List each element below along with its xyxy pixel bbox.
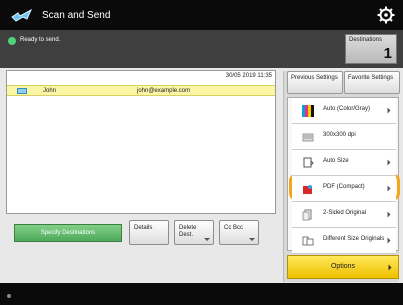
options-label: Options	[330, 263, 356, 270]
specify-destinations-button[interactable]: Specify Destinations	[14, 224, 122, 242]
options-button[interactable]: Options	[287, 255, 399, 279]
cc-bcc-button[interactable]: Cc Bcc	[219, 220, 259, 245]
duplex-setting[interactable]: 2-Sided Original	[292, 202, 396, 228]
footer-bar	[0, 283, 403, 305]
details-label: Details	[134, 225, 153, 231]
mixed-size-icon	[302, 236, 314, 246]
resolution-setting[interactable]: 300x300 dpi	[292, 124, 396, 150]
destination-email: john@example.com	[137, 88, 191, 94]
chevron-right-icon	[387, 211, 391, 218]
scan-send-icon	[11, 8, 33, 22]
chevron-right-icon	[387, 107, 391, 114]
destination-name: John	[43, 88, 57, 94]
chevron-down-icon	[204, 238, 210, 241]
different-size-label: Different Size Originals	[323, 236, 385, 242]
chevron-down-icon	[249, 238, 255, 241]
color-setting[interactable]: Auto (Color/Gray)	[292, 98, 396, 124]
cc-bcc-label: Cc Bcc	[224, 225, 244, 231]
timestamp: 30/05 2019 11:35	[225, 73, 272, 79]
chevron-right-icon	[387, 237, 391, 244]
chevron-right-icon	[387, 185, 391, 192]
gear-icon[interactable]	[377, 6, 395, 24]
details-button[interactable]: Details	[129, 220, 169, 245]
color-icon	[302, 105, 314, 117]
previous-settings-label: Previous Settings	[291, 75, 338, 81]
different-size-originals-setting[interactable]: Different Size Originals	[292, 228, 396, 254]
email-icon	[17, 88, 27, 94]
duplex-label: 2-Sided Original	[323, 210, 367, 216]
scan-size-setting[interactable]: Auto Size	[292, 150, 396, 176]
chevron-right-icon	[387, 159, 391, 166]
destination-list: 30/05 2019 11:35 John john@example.com	[6, 70, 276, 214]
delete-dest-button[interactable]: Delete Dest.	[174, 220, 214, 245]
resolution-icon	[302, 133, 314, 142]
settings-list: Auto (Color/Gray) 300x300 dpi Auto Size …	[287, 97, 400, 254]
settings-panel: Previous Settings Favorite Settings Auto…	[283, 71, 400, 282]
ready-status-icon	[8, 37, 16, 45]
destinations-count: 1	[383, 45, 392, 62]
title-bar: Scan and Send	[0, 0, 403, 30]
pdf-icon	[303, 185, 312, 194]
resolution-setting-label: 300x300 dpi	[323, 132, 356, 138]
destinations-counter[interactable]: Destinations 1	[345, 34, 397, 64]
status-text: Ready to send.	[20, 37, 61, 43]
file-format-label: PDF (Compact)	[323, 184, 365, 190]
scan-size-label: Auto Size	[323, 158, 349, 164]
destination-row[interactable]: John john@example.com	[7, 85, 275, 96]
scan-size-icon	[303, 157, 314, 168]
status-bar: Ready to send. Destinations 1	[0, 30, 403, 68]
duplex-icon	[302, 209, 312, 221]
favorite-settings-button[interactable]: Favorite Settings	[344, 71, 400, 94]
favorite-settings-label: Favorite Settings	[348, 75, 394, 81]
destinations-label: Destinations	[349, 37, 383, 43]
color-setting-label: Auto (Color/Gray)	[323, 106, 371, 112]
indicator-dot	[7, 294, 11, 298]
previous-settings-button[interactable]: Previous Settings	[287, 71, 343, 94]
chevron-right-icon	[388, 264, 392, 271]
file-format-setting[interactable]: PDF (Compact)	[292, 176, 396, 202]
destination-actions: Specify Destinations Details Delete Dest…	[6, 220, 276, 246]
app-title: Scan and Send	[42, 10, 111, 21]
